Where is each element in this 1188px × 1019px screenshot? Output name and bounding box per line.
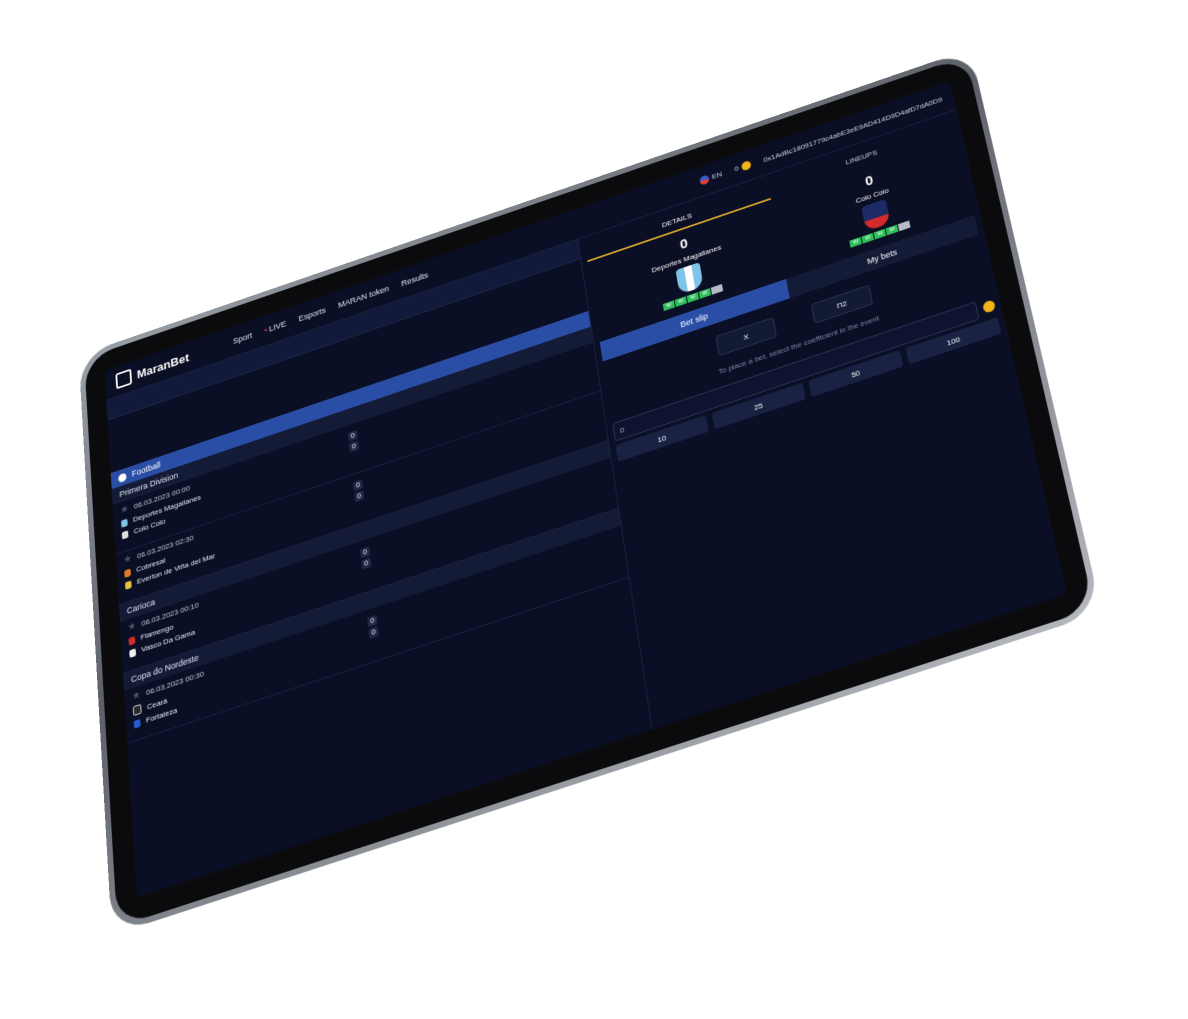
- coin-icon: [740, 160, 752, 172]
- balance-value: 0: [733, 164, 740, 174]
- balance[interactable]: 0: [733, 160, 752, 174]
- form-result: W: [674, 296, 688, 307]
- team-shield-icon: [675, 262, 704, 295]
- match-score: 00: [347, 429, 359, 453]
- nav-live[interactable]: •LIVE: [264, 319, 287, 335]
- form-result: [710, 283, 724, 295]
- star-icon[interactable]: ★: [132, 689, 141, 702]
- logo-icon: [115, 368, 133, 390]
- flag-icon: [699, 174, 710, 186]
- app-screen: MaranBet Sport •LIVE Esports MARAN token…: [104, 80, 1067, 898]
- team-crest-icon: [121, 529, 129, 540]
- form-result: W: [849, 236, 863, 248]
- nav-esports[interactable]: Esports: [298, 306, 326, 324]
- form-result: W: [873, 228, 887, 240]
- team-crest-icon: [124, 568, 131, 578]
- matches-panel: Football Primera Division ★ 06.03.2023 00…: [106, 239, 653, 898]
- team-shield-icon: [861, 198, 891, 232]
- coin-icon: [982, 299, 997, 314]
- star-icon[interactable]: ★: [127, 621, 136, 634]
- language-label: EN: [711, 169, 723, 182]
- team-crest-icon: [133, 718, 141, 729]
- team-crest-icon: [132, 703, 142, 717]
- form-result: W: [885, 224, 899, 236]
- star-icon[interactable]: ★: [123, 553, 132, 566]
- form-result: W: [861, 232, 875, 244]
- live-dot-icon: •: [263, 325, 268, 336]
- team-crest-icon: [128, 635, 136, 646]
- form-result: [898, 220, 911, 232]
- match-score: 00: [360, 546, 372, 570]
- home-team-card: 0 Deportes Magallanes W W W W: [648, 225, 729, 313]
- tablet-bezel: MaranBet Sport •LIVE Esports MARAN token…: [84, 55, 1095, 927]
- nav-results[interactable]: Results: [401, 271, 429, 289]
- team-crest-icon: [120, 518, 128, 528]
- team-crest-icon: [124, 579, 132, 590]
- football-icon: [118, 471, 127, 483]
- away-team-card: 0 Colo Colo W W W W: [838, 164, 911, 248]
- star-icon[interactable]: ★: [120, 504, 129, 517]
- form-result: W: [698, 288, 712, 299]
- tablet-shell: MaranBet Sport •LIVE Esports MARAN token…: [78, 48, 1102, 935]
- form-result: W: [686, 292, 700, 303]
- match-score: 00: [352, 479, 365, 503]
- nav-live-label: LIVE: [268, 319, 287, 334]
- tablet-device: MaranBet Sport •LIVE Esports MARAN token…: [78, 24, 1188, 1019]
- away-score: 0: [368, 626, 379, 639]
- language-selector[interactable]: EN: [699, 169, 723, 186]
- nav-sport[interactable]: Sport: [233, 331, 253, 346]
- form-result: W: [662, 300, 676, 312]
- team-crest-icon: [129, 647, 137, 658]
